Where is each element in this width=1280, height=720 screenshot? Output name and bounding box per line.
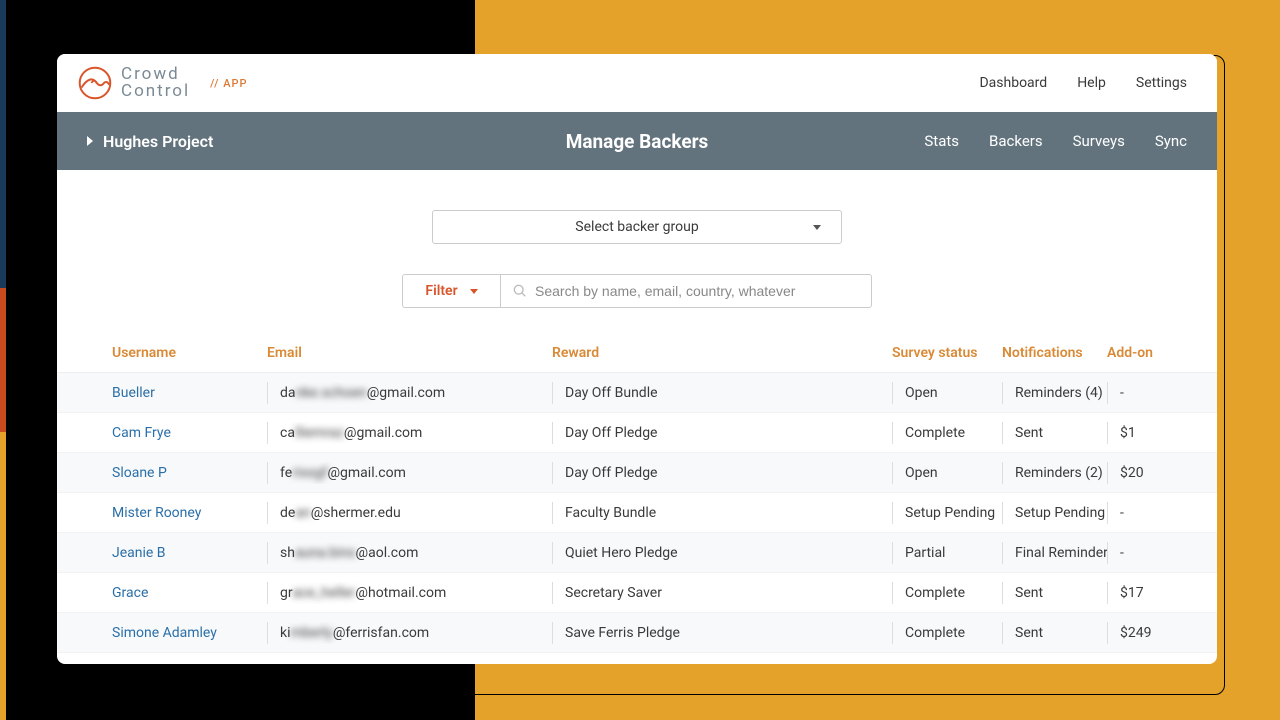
tab-surveys[interactable]: Surveys <box>1073 132 1125 150</box>
email-cell: ferissgf@gmail.com <box>267 462 552 484</box>
chevron-right-icon <box>87 136 93 146</box>
table-row: Buellerdanke.schoen@gmail.comDay Off Bun… <box>57 373 1217 413</box>
username-cell[interactable]: Simone Adamley <box>112 625 267 641</box>
chevron-down-icon <box>470 289 478 294</box>
tab-sync[interactable]: Sync <box>1155 132 1187 150</box>
survey-cell: Setup Pending <box>892 502 1002 524</box>
notif-cell: Setup Pending <box>1002 502 1107 524</box>
addon-cell: - <box>1107 542 1172 564</box>
survey-cell: Partial <box>892 542 1002 564</box>
table-row: Simone Adamleykimberly@ferrisfan.comSave… <box>57 613 1217 653</box>
project-breadcrumb[interactable]: Hughes Project <box>87 132 213 151</box>
col-reward[interactable]: Reward <box>552 345 892 361</box>
table-row: Mister Rooneydean@shermer.eduFaculty Bun… <box>57 493 1217 533</box>
reward-cell: Faculty Bundle <box>552 502 892 524</box>
email-cell: calliemraz@gmail.com <box>267 422 552 444</box>
sub-nav: Stats Backers Surveys Sync <box>924 132 1187 150</box>
username-cell[interactable]: Bueller <box>112 385 267 401</box>
backers-table: Username Email Reward Survey status Noti… <box>57 333 1217 653</box>
survey-cell: Open <box>892 382 1002 404</box>
project-name: Hughes Project <box>103 132 213 151</box>
survey-cell: Open <box>892 462 1002 484</box>
notif-cell: Sent <box>1002 622 1107 644</box>
username-cell[interactable]: Grace <box>112 585 267 601</box>
survey-cell: Complete <box>892 622 1002 644</box>
logo[interactable]: Crowd Control // APP <box>77 65 248 101</box>
col-survey-status[interactable]: Survey status <box>892 345 1002 361</box>
addon-cell: $1 <box>1107 422 1172 444</box>
nav-dashboard[interactable]: Dashboard <box>979 75 1047 91</box>
nav-help[interactable]: Help <box>1077 75 1106 91</box>
reward-cell: Secretary Saver <box>552 582 892 604</box>
filter-label: Filter <box>425 283 457 299</box>
col-addon[interactable]: Add-on <box>1107 345 1172 361</box>
chevron-down-icon <box>813 225 821 230</box>
email-cell: grace_heller@hotmail.com <box>267 582 552 604</box>
survey-cell: Complete <box>892 582 1002 604</box>
search-wrap <box>501 275 871 307</box>
filter-button[interactable]: Filter <box>403 275 501 307</box>
filter-search-row: Filter <box>402 274 872 308</box>
sub-header: Hughes Project Manage Backers Stats Back… <box>57 112 1217 170</box>
nav-settings[interactable]: Settings <box>1136 75 1187 91</box>
addon-cell: $249 <box>1107 622 1172 644</box>
col-username[interactable]: Username <box>112 345 267 361</box>
reward-cell: Day Off Pledge <box>552 462 892 484</box>
top-nav: Dashboard Help Settings <box>979 75 1187 91</box>
logo-text: Crowd Control <box>121 66 190 100</box>
col-notifications[interactable]: Notifications <box>1002 345 1107 361</box>
logo-suffix: // APP <box>210 77 247 90</box>
addon-cell: - <box>1107 502 1172 524</box>
email-cell: kimberly@ferrisfan.com <box>267 622 552 644</box>
wave-logo-icon <box>77 65 113 101</box>
search-input[interactable] <box>535 283 859 299</box>
email-cell: danke.schoen@gmail.com <box>267 382 552 404</box>
reward-cell: Day Off Bundle <box>552 382 892 404</box>
notif-cell: Sent <box>1002 422 1107 444</box>
notif-cell: Sent <box>1002 582 1107 604</box>
top-header: Crowd Control // APP Dashboard Help Sett… <box>57 54 1217 112</box>
email-cell: dean@shermer.edu <box>267 502 552 524</box>
notif-cell: Final Reminder <box>1002 542 1107 564</box>
reward-cell: Quiet Hero Pledge <box>552 542 892 564</box>
group-select-dropdown[interactable]: Select backer group <box>432 210 842 244</box>
page-title: Manage Backers <box>566 130 709 153</box>
group-select-label: Select backer group <box>575 219 698 235</box>
username-cell[interactable]: Cam Frye <box>112 425 267 441</box>
addon-cell: $17 <box>1107 582 1172 604</box>
tab-backers[interactable]: Backers <box>989 132 1043 150</box>
app-window: Crowd Control // APP Dashboard Help Sett… <box>57 54 1217 664</box>
email-cell: shauna.bins@aol.com <box>267 542 552 564</box>
notif-cell: Reminders (4) <box>1002 382 1107 404</box>
col-email[interactable]: Email <box>267 345 552 361</box>
controls-area: Select backer group Filter <box>57 170 1217 333</box>
reward-cell: Day Off Pledge <box>552 422 892 444</box>
background-accent-stripe <box>0 0 6 720</box>
username-cell[interactable]: Mister Rooney <box>112 505 267 521</box>
table-body: Buellerdanke.schoen@gmail.comDay Off Bun… <box>57 373 1217 653</box>
username-cell[interactable]: Jeanie B <box>112 545 267 561</box>
addon-cell: - <box>1107 382 1172 404</box>
username-cell[interactable]: Sloane P <box>112 465 267 481</box>
addon-cell: $20 <box>1107 462 1172 484</box>
table-row: Gracegrace_heller@hotmail.comSecretary S… <box>57 573 1217 613</box>
reward-cell: Save Ferris Pledge <box>552 622 892 644</box>
table-row: Cam Fryecalliemraz@gmail.comDay Off Pled… <box>57 413 1217 453</box>
survey-cell: Complete <box>892 422 1002 444</box>
notif-cell: Reminders (2) <box>1002 462 1107 484</box>
tab-stats[interactable]: Stats <box>924 132 959 150</box>
table-row: Jeanie Bshauna.bins@aol.comQuiet Hero Pl… <box>57 533 1217 573</box>
table-row: Sloane Pferissgf@gmail.comDay Off Pledge… <box>57 453 1217 493</box>
search-icon <box>513 284 527 298</box>
table-header-row: Username Email Reward Survey status Noti… <box>57 333 1217 373</box>
